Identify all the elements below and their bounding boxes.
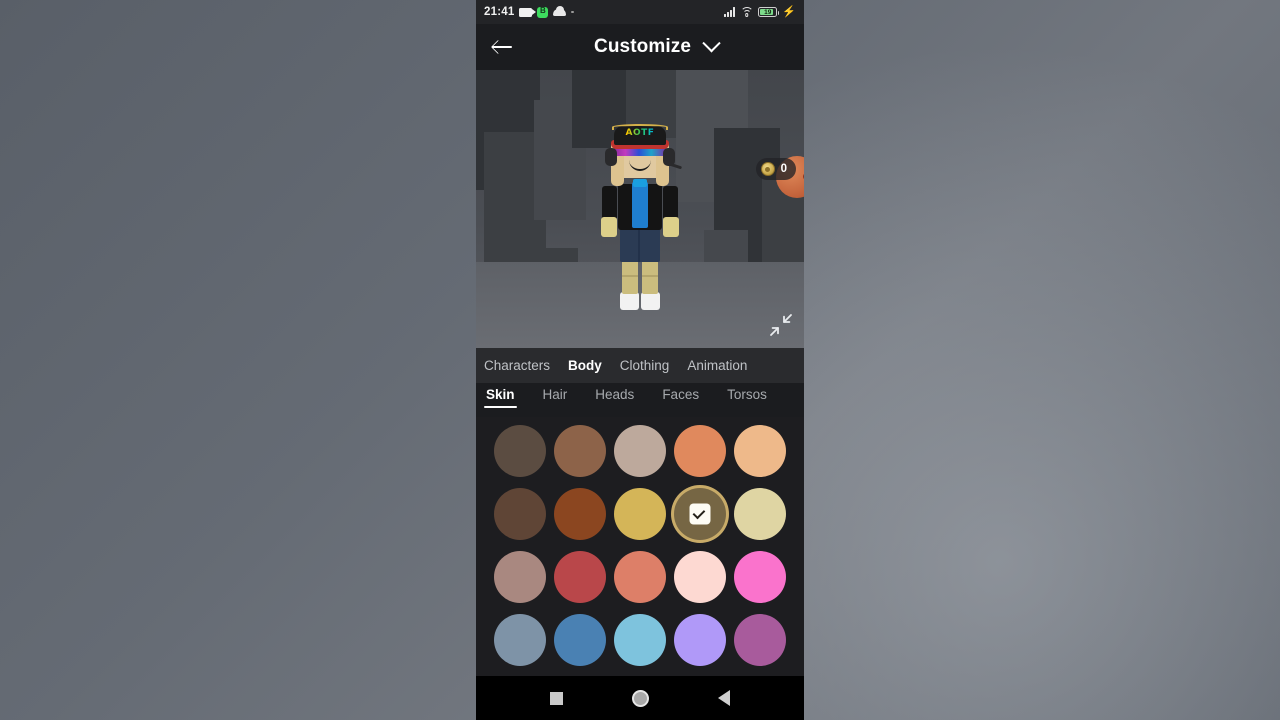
tab-clothing[interactable]: Clothing <box>620 358 670 373</box>
coin-icon <box>760 162 775 176</box>
check-icon <box>689 503 711 525</box>
tab-animation[interactable]: Animation <box>687 358 747 373</box>
avatar-arm-left <box>602 186 617 220</box>
square-recents-icon[interactable] <box>550 691 564 705</box>
swatch[interactable] <box>554 614 606 666</box>
swatch[interactable] <box>614 488 666 540</box>
category-tab-bar: Characters Body Clothing Animation <box>476 348 804 383</box>
avatar-shorts <box>620 228 660 262</box>
swatch[interactable] <box>734 425 786 477</box>
battery-icon: 19 <box>758 7 780 17</box>
charging-bolt-icon: ⚡ <box>782 5 796 18</box>
swatch-row <box>476 488 804 540</box>
dot-icon <box>571 10 574 14</box>
swatch[interactable] <box>614 614 666 666</box>
avatar-leg-right <box>642 260 658 294</box>
swatch-row <box>476 614 804 666</box>
avatar[interactable]: AOTF <box>578 116 702 340</box>
subtab-torsos[interactable]: Torsos <box>727 383 767 402</box>
avatar-cap-rim <box>612 124 668 130</box>
triangle-back-icon[interactable] <box>717 690 730 706</box>
video-camera-icon <box>519 7 537 17</box>
avatar-arm-right <box>663 186 678 220</box>
swatch[interactable] <box>614 551 666 603</box>
tab-characters[interactable]: Characters <box>484 358 550 373</box>
status-bar-left: 21:41 <box>484 5 574 18</box>
chevron-down-icon[interactable] <box>702 33 721 52</box>
collapse-arrows-icon[interactable] <box>768 312 794 338</box>
swatch[interactable] <box>734 551 786 603</box>
avatar-smile <box>629 160 651 171</box>
status-bar-right: 19 ⚡ <box>724 5 796 18</box>
wifi-icon <box>740 7 754 17</box>
swatch-row <box>476 425 804 477</box>
subtab-hair[interactable]: Hair <box>543 383 568 402</box>
swatch[interactable] <box>494 551 546 603</box>
subtab-skin[interactable]: Skin <box>484 383 517 408</box>
swatch[interactable] <box>674 614 726 666</box>
currency-badge[interactable]: 0 <box>755 158 796 180</box>
swatch[interactable] <box>494 488 546 540</box>
swatch[interactable] <box>734 488 786 540</box>
sub-tab-bar: Skin Hair Heads Faces Torsos <box>476 383 804 417</box>
skin-color-grid <box>476 417 804 682</box>
arrow-left-icon <box>492 40 512 54</box>
android-nav-bar <box>476 676 804 720</box>
avatar-hand-right <box>663 217 679 237</box>
avatar-headphone-left <box>605 148 617 166</box>
subtab-faces[interactable]: Faces <box>662 383 699 402</box>
cellular-signal-icon <box>724 7 736 17</box>
status-bar: 21:41 19 ⚡ <box>476 0 804 24</box>
avatar-viewport[interactable]: AOTF 0 <box>476 70 804 348</box>
tab-body[interactable]: Body <box>568 358 602 373</box>
avatar-shoe-left <box>620 292 639 310</box>
coin-amount: 0 <box>780 163 787 175</box>
phone-screen: 21:41 19 ⚡ Customize <box>476 0 804 720</box>
swatch-row <box>476 551 804 603</box>
subtab-heads[interactable]: Heads <box>595 383 634 402</box>
cloud-icon <box>553 5 567 16</box>
swatch[interactable] <box>554 425 606 477</box>
page-title: Customize <box>594 36 691 57</box>
green-app-icon <box>537 6 549 18</box>
header-title-wrap: Customize <box>508 33 804 58</box>
page-header: Customize <box>476 24 804 70</box>
swatch[interactable] <box>554 488 606 540</box>
avatar-collar <box>633 179 647 187</box>
swatch[interactable] <box>674 551 726 603</box>
avatar-hand-left <box>601 217 617 237</box>
swatch[interactable] <box>554 551 606 603</box>
avatar-shoe-right <box>641 292 660 310</box>
swatch-selected[interactable] <box>674 488 726 540</box>
circle-home-icon[interactable] <box>631 689 649 707</box>
swatch[interactable] <box>494 614 546 666</box>
swatch[interactable] <box>494 425 546 477</box>
swatch[interactable] <box>674 425 726 477</box>
status-clock: 21:41 <box>484 6 515 18</box>
battery-level: 19 <box>764 8 772 16</box>
avatar-leg-left <box>622 260 638 294</box>
avatar-shirt <box>632 182 648 228</box>
swatch[interactable] <box>734 614 786 666</box>
swatch[interactable] <box>614 425 666 477</box>
